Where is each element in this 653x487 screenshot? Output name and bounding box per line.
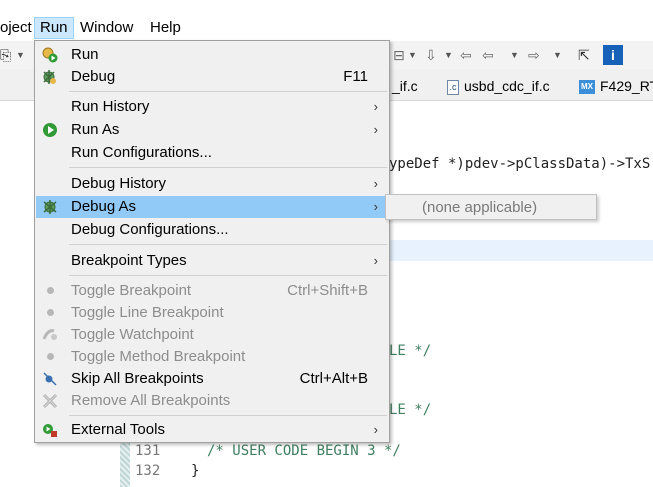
cubemx-icon: MX [579, 80, 595, 95]
menu-window[interactable]: Window [75, 17, 138, 39]
breakpoint-icon [42, 283, 58, 299]
tab-if-c[interactable]: _if.c [392, 76, 418, 96]
skip-breakpoints-icon [42, 371, 58, 387]
menu-item-toggle-method-breakpoint[interactable]: Toggle Method Breakpoint [36, 346, 388, 368]
menu-item-label: Toggle Method Breakpoint [71, 348, 246, 365]
c-file-icon: .c [447, 79, 459, 95]
last-edit-icon[interactable]: ⇦ [460, 46, 472, 64]
watchpoint-icon [42, 327, 58, 343]
menu-bar: oject Run Window Help [0, 15, 653, 41]
new-dropdown-icon[interactable]: ▼ [16, 46, 25, 64]
debug-icon [42, 69, 58, 85]
submenu-arrow-icon: › [373, 122, 378, 137]
forward-icon[interactable]: ⇨ [528, 46, 540, 64]
menu-run[interactable]: Run [34, 17, 74, 39]
debug-as-icon [42, 199, 58, 215]
menu-item-label: Toggle Watchpoint [71, 326, 194, 343]
menu-item-label: Run As [71, 121, 120, 138]
menu-item-label: Remove All Breakpoints [71, 392, 231, 409]
back-icon[interactable]: ⇦ [482, 46, 494, 64]
shortcut-label: Ctrl+Shift+B [287, 282, 368, 299]
menu-item-breakpoint-types[interactable]: Breakpoint Types › [36, 250, 388, 272]
change-ruler [120, 441, 130, 487]
forward-dropdown-icon[interactable]: ▼ [553, 46, 562, 64]
tab-usbd-cdc-if-c[interactable]: .c usbd_cdc_if.c [447, 76, 550, 96]
menu-item-label: Toggle Breakpoint [71, 282, 192, 299]
menu-item-debug-history[interactable]: Debug History › [36, 173, 388, 195]
run-as-icon [42, 122, 58, 138]
menu-item-label: Skip All Breakpoints [71, 370, 204, 387]
menu-item-external-tools[interactable]: External Tools › [36, 419, 388, 441]
pin-editor-icon[interactable]: ⇱ [578, 46, 590, 64]
menu-item-debug-configurations[interactable]: Debug Configurations... [36, 219, 388, 241]
menu-item-label: External Tools [71, 421, 165, 438]
menu-item-toggle-line-breakpoint[interactable]: Toggle Line Breakpoint [36, 302, 388, 324]
menu-project[interactable]: oject [0, 17, 37, 39]
menu-item-run-as[interactable]: Run As › [36, 119, 388, 141]
back-dropdown-icon[interactable]: ▼ [510, 46, 519, 64]
tab-label: _if.c [392, 78, 418, 94]
line-number: 131 [135, 443, 161, 459]
toolbar-button-icon[interactable]: ⊟ [393, 46, 405, 64]
menu-item-debug[interactable]: Debug F11 [36, 66, 388, 88]
menu-item-skip-all-breakpoints[interactable]: Skip All Breakpoints Ctrl+Alt+B [36, 368, 388, 390]
menu-separator [69, 415, 387, 416]
breakpoint-icon [42, 349, 58, 365]
menu-separator [69, 244, 387, 245]
menu-item-label: Toggle Line Breakpoint [71, 304, 224, 321]
menu-separator [69, 91, 387, 92]
menu-item-remove-all-breakpoints[interactable]: Remove All Breakpoints [36, 390, 388, 412]
menu-item-label: Run Configurations... [71, 144, 212, 161]
code-line: } [191, 463, 200, 479]
submenu-arrow-icon: › [373, 199, 378, 214]
code-line: ypeDef *)pdev->pClassData)->TxS [389, 156, 651, 172]
line-number: 132 [135, 463, 161, 479]
menu-item-toggle-breakpoint[interactable]: Toggle Breakpoint Ctrl+Shift+B [36, 280, 388, 302]
code-comment: LE */ [389, 343, 432, 359]
submenu-item-none-applicable: (none applicable) [422, 199, 538, 216]
shortcut-label: Ctrl+Alt+B [299, 370, 368, 387]
menu-item-label: Breakpoint Types [71, 252, 187, 269]
menu-item-debug-as[interactable]: Debug As › [36, 196, 388, 218]
menu-item-label: Debug As [71, 198, 137, 215]
dropdown-icon[interactable]: ▼ [444, 46, 453, 64]
menu-item-label: Debug Configurations... [71, 221, 229, 238]
tab-label: F429_RTC [600, 78, 653, 94]
next-annotation-icon[interactable]: ⇩ [425, 46, 437, 64]
run-menu: Run Debug F11 Run History › Run As › Run… [34, 40, 390, 443]
menu-separator [69, 275, 387, 276]
dropdown-icon[interactable]: ▼ [408, 46, 417, 64]
remove-all-icon [42, 393, 58, 409]
code-comment: /* USER CODE BEGIN 3 */ [207, 443, 401, 459]
tab-f429-rtc[interactable]: MX F429_RTC [579, 76, 653, 96]
menu-item-run-configurations[interactable]: Run Configurations... [36, 142, 388, 164]
submenu-arrow-icon: › [373, 253, 378, 268]
run-icon [42, 47, 58, 63]
menu-item-run-history[interactable]: Run History › [36, 96, 388, 118]
shortcut-label: F11 [343, 68, 368, 85]
code-comment: LE */ [389, 402, 432, 418]
menu-item-label: Run History [71, 98, 150, 115]
menu-help[interactable]: Help [145, 17, 186, 39]
new-file-icon[interactable]: ⎘ [0, 46, 11, 64]
debug-as-submenu: (none applicable) [385, 194, 597, 220]
menu-item-label: Debug History [71, 175, 167, 192]
menu-item-run[interactable]: Run [36, 44, 388, 66]
menu-item-toggle-watchpoint[interactable]: Toggle Watchpoint [36, 324, 388, 346]
info-icon[interactable]: i [603, 45, 623, 65]
submenu-arrow-icon: › [373, 176, 378, 191]
breakpoint-icon [42, 305, 58, 321]
menu-separator [69, 167, 387, 168]
submenu-arrow-icon: › [373, 422, 378, 437]
tab-label: usbd_cdc_if.c [464, 78, 550, 94]
menu-item-label: Debug [71, 68, 116, 85]
submenu-arrow-icon: › [373, 99, 378, 114]
external-tools-icon [42, 422, 58, 438]
menu-item-label: Run [71, 46, 99, 63]
